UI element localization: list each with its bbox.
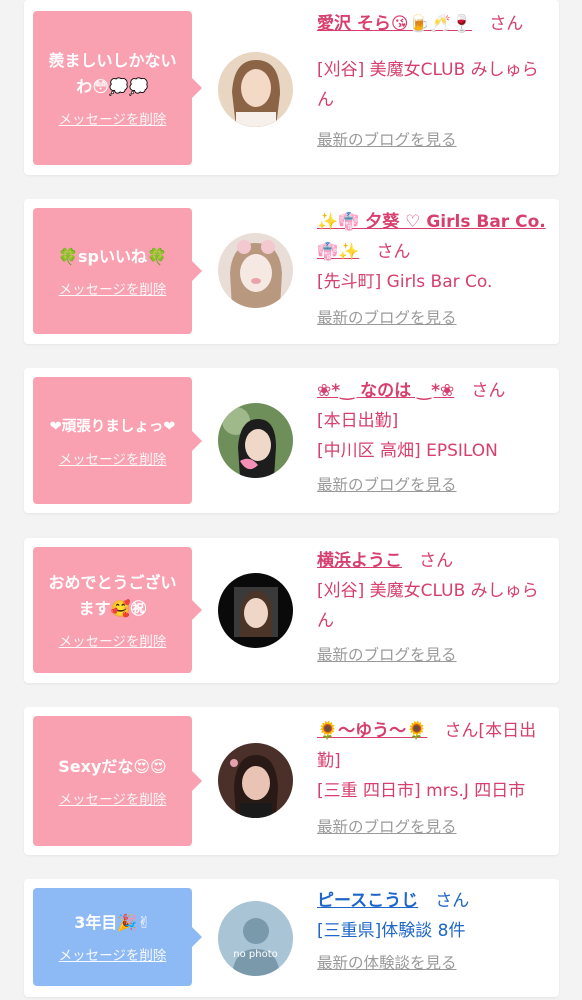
message-text: おめでとうございます🥰㊗ <box>48 573 177 618</box>
message-text: 3年目🎉✌ <box>74 913 151 932</box>
message-card: 🍀spいいね🍀 メッセージを削除 ✨👘 夕葵 ♡ Girls Bar Co. 👘… <box>24 199 559 344</box>
honorific: さん <box>435 891 470 911</box>
shop-info: [中川区 高畑] EPSILON <box>317 441 498 461</box>
message-card: ❤頑張りましょっ❤ メッセージを削除 ❀*‿ なのは ‿*❀ さん [本日出勤]… <box>24 368 559 513</box>
delete-message-link[interactable]: メッセージを削除 <box>59 788 167 808</box>
message-text: 🍀spいいね🍀 <box>58 247 167 266</box>
honorific: さん <box>376 242 411 262</box>
avatar[interactable] <box>218 233 293 308</box>
message-text: 羨ましいしかないわ😳💭💭 <box>48 51 177 96</box>
avatar-photo <box>218 52 293 127</box>
message-card: Sexyだな😍😍 メッセージを削除 🌻〜ゆう〜🌻 さん[本日出勤] [三重 四日… <box>24 707 559 855</box>
latest-blog-link[interactable]: 最新のブログを見る <box>317 127 457 153</box>
message-bubble: おめでとうございます🥰㊗ メッセージを削除 <box>33 547 202 673</box>
review-info: [三重県]体験談 8件 <box>317 921 466 941</box>
latest-review-link[interactable]: 最新の体験談を見る <box>317 950 457 976</box>
message-text: ❤頑張りましょっ❤ <box>49 418 176 435</box>
avatar-photo <box>218 403 293 478</box>
sender-name-link[interactable]: 🌻〜ゆう〜🌻 <box>317 721 427 741</box>
sender-name-link[interactable]: ❀*‿ なのは ‿*❀ <box>317 381 454 401</box>
sender-info: 🌻〜ゆう〜🌻 さん[本日出勤] [三重 四日市] mrs.J 四日市 最新のブロ… <box>317 716 552 840</box>
sender-info: ❀*‿ なのは ‿*❀ さん [本日出勤] [中川区 高畑] EPSILON 最… <box>317 376 552 498</box>
message-card: おめでとうございます🥰㊗ メッセージを削除 横浜ようこ さん [刈谷] 美魔女C… <box>24 538 559 683</box>
avatar[interactable] <box>218 573 293 648</box>
avatar-photo <box>218 743 293 818</box>
honorific: さん <box>489 14 524 34</box>
avatar[interactable] <box>218 52 293 127</box>
sender-info: 愛沢 そら😘🍺🥂🍷 さん [刈谷] 美魔女CLUB みしゅらん 最新のブログを見… <box>317 9 552 153</box>
sender-name-link[interactable]: ピースこうじ <box>317 891 418 911</box>
no-photo-avatar-icon <box>218 901 293 976</box>
message-bubble: Sexyだな😍😍 メッセージを削除 <box>33 716 202 846</box>
delete-message-link[interactable]: メッセージを削除 <box>59 278 167 298</box>
delete-message-link[interactable]: メッセージを削除 <box>59 944 167 964</box>
shop-info: [三重 四日市] mrs.J 四日市 <box>317 781 526 801</box>
avatar[interactable]: no photo <box>218 901 293 976</box>
avatar-photo <box>218 233 293 308</box>
message-card: 3年目🎉✌ メッセージを削除 no photo ピースこうじ さん [三重県]体… <box>24 879 559 997</box>
avatar[interactable] <box>218 403 293 478</box>
delete-message-link[interactable]: メッセージを削除 <box>59 630 167 650</box>
honorific: さん <box>419 551 454 571</box>
latest-blog-link[interactable]: 最新のブログを見る <box>317 814 457 840</box>
delete-message-link[interactable]: メッセージを削除 <box>59 108 167 128</box>
sender-name-link[interactable]: 横浜ようこ <box>317 551 402 571</box>
latest-blog-link[interactable]: 最新のブログを見る <box>317 642 457 668</box>
delete-message-link[interactable]: メッセージを削除 <box>59 448 167 468</box>
sender-info: ✨👘 夕葵 ♡ Girls Bar Co. 👘✨ さん [先斗町] Girls … <box>317 207 552 331</box>
sender-info: 横浜ようこ さん [刈谷] 美魔女CLUB みしゅらん 最新のブログを見る <box>317 546 552 668</box>
message-text: Sexyだな😍😍 <box>58 757 167 776</box>
message-bubble: ❤頑張りましょっ❤ メッセージを削除 <box>33 377 202 504</box>
latest-blog-link[interactable]: 最新のブログを見る <box>317 472 457 498</box>
shop-info: [刈谷] 美魔女CLUB みしゅらん <box>317 581 539 631</box>
message-bubble: 3年目🎉✌ メッセージを削除 <box>33 888 202 986</box>
avatar-photo <box>218 573 293 648</box>
sender-name-link[interactable]: ✨👘 夕葵 ♡ Girls Bar Co. 👘✨ <box>317 212 546 262</box>
no-photo-label: no photo <box>233 949 278 960</box>
sender-info: ピースこうじ さん [三重県]体験談 8件 最新の体験談を見る <box>317 886 552 976</box>
message-bubble: 🍀spいいね🍀 メッセージを削除 <box>33 208 202 334</box>
message-card: 羨ましいしかないわ😳💭💭 メッセージを削除 愛沢 そら😘🍺🥂🍷 さん [刈谷] … <box>24 0 559 175</box>
latest-blog-link[interactable]: 最新のブログを見る <box>317 305 457 331</box>
shop-info: [刈谷] 美魔女CLUB みしゅらん <box>317 60 539 110</box>
shop-status: [本日出勤] <box>317 411 399 431</box>
honorific: さん <box>471 381 506 401</box>
message-bubble: 羨ましいしかないわ😳💭💭 メッセージを削除 <box>33 11 202 165</box>
sender-name-link[interactable]: 愛沢 そら😘🍺🥂🍷 <box>317 14 472 34</box>
shop-info: [先斗町] Girls Bar Co. <box>317 272 493 292</box>
avatar[interactable] <box>218 743 293 818</box>
